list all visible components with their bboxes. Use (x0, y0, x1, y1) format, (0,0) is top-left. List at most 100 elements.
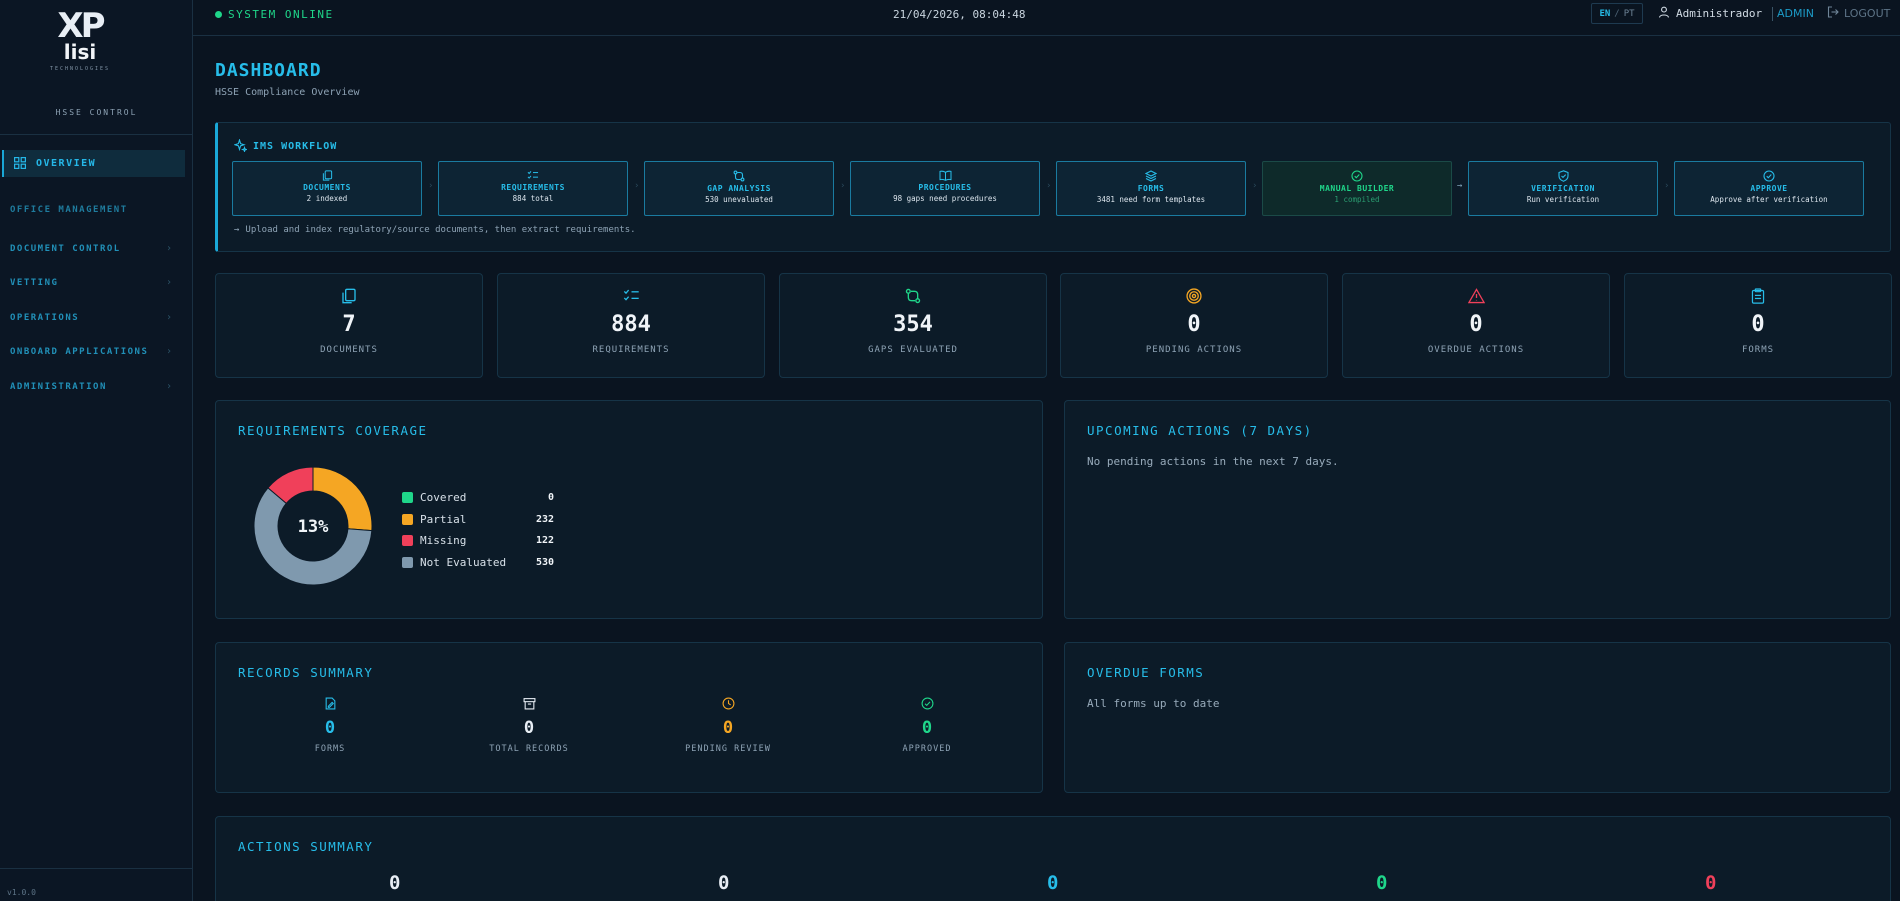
checklist-icon (623, 289, 639, 301)
lang-pt-option[interactable]: PT (1624, 9, 1635, 19)
grid-icon (14, 154, 26, 173)
workflow-step-desc: Approve after verification (1710, 195, 1828, 204)
stat-card-requirements[interactable]: 884 REQUIREMENTS (497, 273, 765, 378)
legend-value: 122 (535, 535, 554, 547)
top-bar: SYSTEM ONLINE 21/04/2026, 08:04:48 EN / … (193, 0, 1900, 36)
stat-value: 884 (611, 312, 651, 337)
legend-label: Not Evaluated (420, 555, 507, 569)
clock-icon (722, 697, 734, 710)
user-name: Administrador (1676, 7, 1763, 20)
files-icon (342, 288, 356, 304)
record-stat-pending-review[interactable]: 0 PENDING REVIEW (678, 695, 778, 754)
workflow-step-approve[interactable]: APPROVE Approve after verification (1674, 161, 1864, 216)
logout-icon (1827, 6, 1839, 21)
files-icon (322, 170, 332, 181)
app-section-label: HSSE CONTROL (55, 108, 138, 117)
chevron-right-icon: › (165, 243, 172, 254)
stat-label: OVERDUE ACTIONS (1427, 345, 1525, 355)
record-stat-label: FORMS (314, 744, 346, 754)
sidebar-section-office-management: OFFICE MANAGEMENT (10, 205, 128, 215)
app-version: v1.0.0 (7, 888, 36, 897)
workflow-step-verification[interactable]: VERIFICATION Run verification (1468, 161, 1658, 216)
record-stat-label: APPROVED (902, 744, 952, 754)
company-logo[interactable]: XP lisi TECHNOLOGIES (40, 8, 120, 88)
empty-state-text: All forms up to date (1087, 697, 1220, 710)
chevron-right-icon: › (1046, 181, 1052, 191)
logo-mark: XP (57, 6, 105, 46)
workflow-step-requirements[interactable]: REQUIREMENTS 884 total (438, 161, 628, 216)
chevron-right-icon: › (840, 181, 846, 191)
stat-card-overdue-actions[interactable]: 0 OVERDUE ACTIONS (1342, 273, 1610, 378)
workflow-step-procedures[interactable]: PROCEDURES 98 gaps need procedures (850, 161, 1040, 216)
sidebar-item-label: OPERATIONS (10, 312, 80, 323)
ims-workflow-panel: IMS WORKFLOW DOCUMENTS 2 indexed › REQUI… (215, 122, 1891, 252)
sidebar-divider (0, 134, 193, 135)
sidebar-item-document-control[interactable]: DOCUMENT CONTROL › (10, 243, 172, 254)
coverage-legend: Covered 0 Partial 232 Missing 122 Not Evaluate… (402, 487, 554, 573)
workflow-step-name: VERIFICATION (1531, 184, 1595, 193)
compare-icon (733, 170, 745, 182)
sidebar-item-label: OVERVIEW (36, 158, 97, 169)
legend-item-partial: Partial 232 (402, 509, 554, 531)
logout-button[interactable]: LOGOUT (1827, 6, 1890, 21)
stat-card-forms[interactable]: 0 FORMS (1624, 273, 1892, 378)
form-edit-icon (325, 697, 335, 710)
stat-label: GAPS EVALUATED (868, 345, 958, 355)
user-role-badge: ADMIN (1777, 7, 1814, 20)
stat-card-pending-actions[interactable]: 0 PENDING ACTIONS (1060, 273, 1328, 378)
header-divider (1772, 6, 1774, 21)
record-stat-label: TOTAL RECORDS (489, 744, 569, 754)
record-stat-value: 0 (722, 718, 734, 738)
workflow-header: IMS WORKFLOW (233, 137, 338, 156)
action-summary-value: 0 (718, 872, 730, 894)
workflow-step-manual-builder[interactable]: MANUAL BUILDER 1 compiled (1262, 161, 1452, 216)
language-switcher[interactable]: EN / PT (1591, 3, 1643, 24)
record-stat-forms[interactable]: 0 FORMS (280, 695, 380, 754)
sidebar-item-vetting[interactable]: VETTING › (10, 277, 172, 288)
workflow-step-name: APPROVE (1750, 184, 1788, 193)
system-status: SYSTEM ONLINE (215, 8, 334, 21)
action-summary-value: 0 (1376, 872, 1388, 894)
chevron-right-icon: › (1252, 181, 1258, 191)
sidebar-item-administration[interactable]: ADMINISTRATION › (10, 381, 172, 392)
legend-value: 232 (535, 513, 554, 525)
workflow-step-name: DOCUMENTS (303, 183, 351, 192)
lang-en-option[interactable]: EN (1599, 9, 1610, 19)
page-subtitle: HSSE Compliance Overview (215, 87, 360, 98)
workflow-title: IMS WORKFLOW (253, 141, 338, 152)
sidebar-item-overview[interactable]: OVERVIEW (2, 150, 185, 177)
panel-title: REQUIREMENTS COVERAGE (238, 423, 428, 438)
sidebar-item-operations[interactable]: OPERATIONS › (10, 312, 172, 323)
action-summary-value: 0 (1705, 872, 1717, 894)
legend-swatch (402, 492, 413, 504)
chevron-right-icon: › (165, 312, 172, 323)
workflow-step-forms[interactable]: FORMS 3481 need form templates (1056, 161, 1246, 216)
requirements-coverage-panel: REQUIREMENTS COVERAGE 13% Covered 0 Partia… (215, 400, 1043, 619)
arrow-right-icon: → (1457, 181, 1463, 191)
shield-check-icon (1557, 170, 1569, 182)
action-summary-value: 0 (389, 872, 401, 894)
sidebar-item-onboard-applications[interactable]: ONBOARD APPLICATIONS › (10, 346, 172, 357)
workflow-step-desc: 3481 need form templates (1096, 195, 1206, 204)
workflow-step-name: GAP ANALYSIS (707, 184, 771, 193)
record-stat-approved[interactable]: 0 APPROVED (877, 695, 977, 754)
stat-card-documents[interactable]: 7 DOCUMENTS (215, 273, 483, 378)
stat-card-gaps-evaluated[interactable]: 354 GAPS EVALUATED (779, 273, 1047, 378)
arrow-right-icon: → (234, 225, 240, 235)
record-stat-total-records[interactable]: 0 TOTAL RECORDS (479, 695, 579, 754)
logout-label: LOGOUT (1844, 7, 1891, 20)
upcoming-actions-panel: UPCOMING ACTIONS (7 DAYS) No pending act… (1064, 400, 1891, 619)
check-circle-icon (921, 697, 933, 710)
chevron-right-icon: › (165, 346, 172, 357)
workflow-step-documents[interactable]: DOCUMENTS 2 indexed (232, 161, 422, 216)
legend-swatch (402, 556, 413, 568)
overdue-forms-panel: OVERDUE FORMS All forms up to date (1064, 642, 1891, 793)
empty-state-text: No pending actions in the next 7 days. (1087, 455, 1339, 468)
record-stat-value: 0 (523, 718, 535, 738)
chevron-right-icon: › (165, 381, 172, 392)
page-title: DASHBOARD (215, 60, 322, 81)
lang-separator: / (1614, 8, 1620, 19)
user-menu[interactable]: Administrador (1658, 6, 1774, 21)
workflow-step-gap-analysis[interactable]: GAP ANALYSIS 530 unevaluated (644, 161, 834, 216)
legend-label: Partial (420, 512, 467, 526)
